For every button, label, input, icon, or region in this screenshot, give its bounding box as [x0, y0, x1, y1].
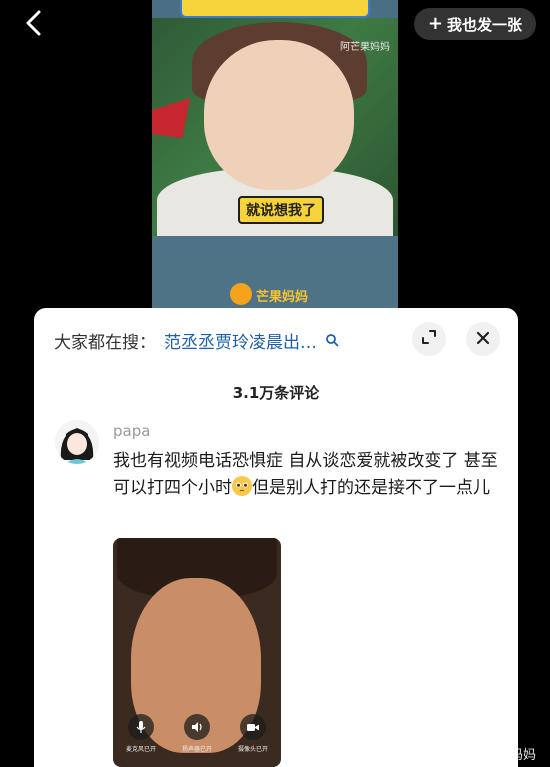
call-control-speaker: 扬声器已开: [182, 714, 212, 753]
weibo-logo-icon: [446, 744, 463, 763]
video-call-controls: 麦克风已开 扬声器已开 摄像头已开: [113, 714, 281, 753]
camera-icon: [239, 714, 266, 740]
call-control-label: 摄像头已开: [237, 746, 268, 753]
back-button[interactable]: [18, 10, 48, 40]
video-person-face: [204, 40, 354, 190]
video-logo-text: 芒果妈妈: [256, 290, 309, 305]
mango-logo-icon: [230, 283, 252, 305]
close-icon: [476, 330, 490, 349]
video-caption: 就说想我了: [238, 196, 324, 224]
video-banner: [180, 0, 370, 18]
call-control-label: 麦克风已开: [125, 746, 156, 753]
chevron-left-icon: [24, 9, 42, 41]
speaker-icon: [183, 714, 210, 740]
comment-sheet: 大家都在搜： 范丞丞贾玲凌晨出… 3.1万条评论 papa 我也有视频电话恐惧症…: [34, 308, 518, 767]
call-control-camera: 摄像头已开: [238, 714, 268, 753]
comment-count: 3.1万条评论: [232, 384, 320, 402]
expand-icon: [421, 329, 437, 349]
post-photo-button[interactable]: + 我也发一张: [413, 8, 536, 40]
post-photo-label: 我也发一张: [446, 15, 522, 34]
search-icon: [325, 333, 339, 347]
watermark-text: 芒果妈妈: [483, 748, 536, 763]
avatar[interactable]: [55, 420, 99, 464]
comment-text: 我也有视频电话恐惧症 自从谈恋爱就被改变了 甚至可以打四个小时 但是别人打的还是接…: [113, 448, 507, 502]
pleading-face-emoji-icon: [232, 476, 252, 496]
comment-username[interactable]: papa: [113, 422, 150, 440]
video-watermark: 阿芒果妈妈: [340, 42, 390, 53]
call-control-label: 扬声器已开: [181, 746, 212, 753]
watermark-at: @: [466, 746, 480, 761]
close-button[interactable]: [466, 322, 500, 356]
expand-button[interactable]: [412, 322, 446, 356]
comment-attached-photo[interactable]: 麦克风已开 扬声器已开 摄像头已开: [113, 538, 281, 767]
search-label: 大家都在搜：: [54, 332, 156, 353]
comment-text-part2: 但是别人打的还是接不了一点儿: [252, 478, 490, 498]
call-control-microphone: 麦克风已开: [126, 714, 156, 753]
weibo-watermark: @ 芒果妈妈: [446, 744, 536, 763]
search-query-link[interactable]: 范丞丞贾玲凌晨出…: [164, 328, 317, 353]
microphone-icon: [127, 714, 154, 740]
video-player[interactable]: 阿芒果妈妈 就说想我了 芒果妈妈: [152, 0, 398, 308]
plus-icon: +: [427, 13, 443, 34]
